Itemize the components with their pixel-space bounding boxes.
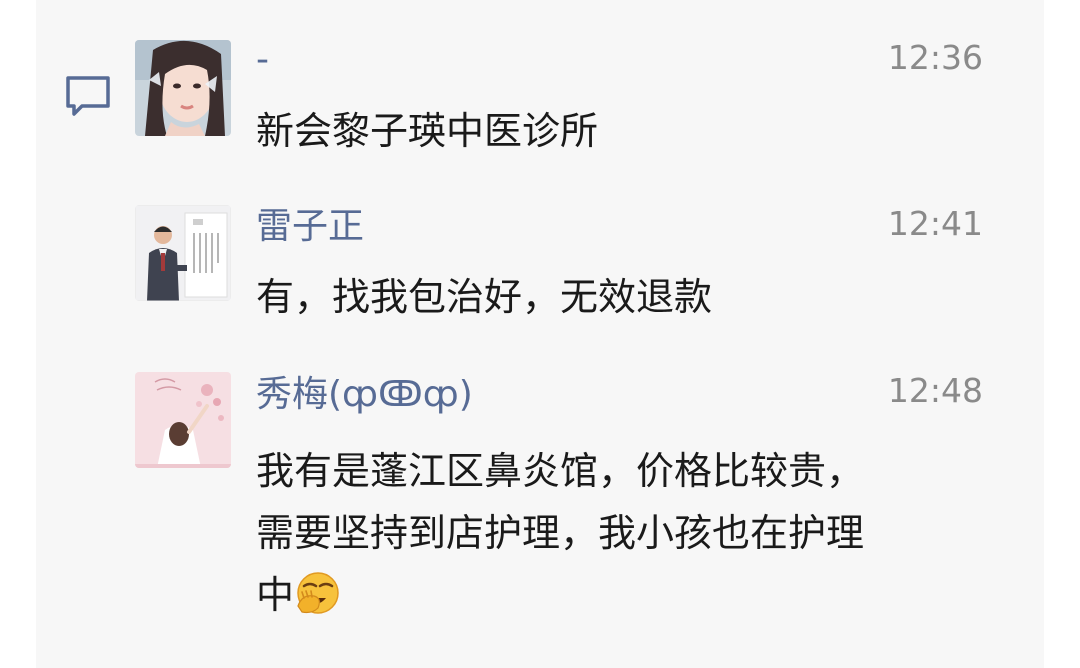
avatar-man-in-suit-icon <box>135 205 231 301</box>
commenter-name[interactable]: 雷子正 <box>256 205 364 249</box>
comment-time: 12:36 <box>887 38 983 77</box>
avatar[interactable] <box>135 205 231 301</box>
avatar-woman-butterflies-icon <box>135 40 231 136</box>
avatar[interactable] <box>135 372 231 468</box>
avatar-pink-illustration-icon <box>135 372 231 468</box>
commenter-name[interactable]: 秀梅(ȹↂȹ) <box>256 373 473 417</box>
comment-time: 12:48 <box>887 371 983 410</box>
comment-item[interactable]: 雷子正 12:41 有，找我包治好，无效退款 <box>0 170 1080 340</box>
comment-text: 新会黎子瑛中医诊所 <box>256 109 599 153</box>
comment-text: 我有是蓬江区鼻炎馆，价格比较贵， 需要坚持到店护理，我小孩也在护理 中 <box>256 440 996 626</box>
comment-text-body: 我有是蓬江区鼻炎馆，价格比较贵， 需要坚持到店护理，我小孩也在护理 中 <box>256 449 865 617</box>
comment-time: 12:41 <box>887 204 983 243</box>
comment-text: 有，找我包治好，无效退款 <box>256 275 713 319</box>
commenter-name[interactable]: - <box>256 38 269 82</box>
comment-item[interactable]: 秀梅(ȹↂȹ) 12:48 我有是蓬江区鼻炎馆，价格比较贵， 需要坚持到店护理，… <box>0 340 1080 668</box>
avatar[interactable] <box>135 40 231 136</box>
comment-item[interactable]: - 12:36 新会黎子瑛中医诊所 <box>0 0 1080 170</box>
facepalm-emoji-icon <box>297 572 339 614</box>
